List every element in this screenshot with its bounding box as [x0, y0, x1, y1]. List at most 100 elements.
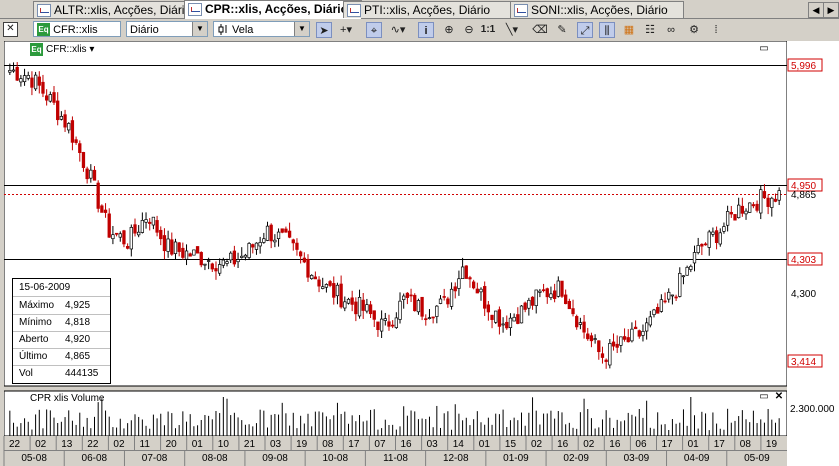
time-day-label: 01 — [192, 439, 204, 450]
candle-body — [170, 239, 174, 255]
cursor-icon[interactable]: ⌖ — [366, 22, 382, 38]
candle-body — [184, 250, 189, 260]
time-day-label: 16 — [401, 439, 413, 450]
candle-body — [192, 249, 196, 256]
candle-body — [630, 328, 634, 342]
more-icon[interactable]: ⁞ — [708, 22, 724, 38]
maximize-pane-icon[interactable]: ▭ — [759, 44, 769, 54]
candle-body — [516, 314, 520, 324]
candle-body — [214, 268, 218, 272]
candle-body — [8, 70, 12, 73]
candles-icon[interactable]: ⫼ — [599, 22, 615, 38]
candle-body — [538, 290, 542, 293]
tab-soni[interactable]: SONI::xlis, Acções, Diário — [510, 1, 684, 18]
chevron-down-icon[interactable]: ▼ — [294, 22, 309, 36]
grid-icon[interactable]: ▦ — [621, 22, 637, 38]
candle-body — [670, 294, 675, 297]
candle-body — [262, 238, 266, 243]
info-label: Máximo — [19, 300, 55, 311]
info-row: Vol 444135 — [13, 365, 110, 382]
period-select[interactable]: Diário ▼ — [126, 21, 208, 37]
candle-body — [494, 310, 498, 323]
zoom-out-icon[interactable]: ⊖ — [461, 22, 477, 38]
trendline-icon[interactable]: ╲▾ — [504, 22, 520, 38]
candle-body — [63, 114, 67, 128]
chart-type-select[interactable]: Vela ▼ — [213, 21, 310, 37]
candle-icon — [218, 24, 228, 35]
candle-body — [534, 289, 538, 306]
candle-body — [604, 359, 608, 362]
candle-body — [464, 265, 468, 279]
series-label-text: CFR::xlis — [46, 44, 87, 55]
chevron-down-icon[interactable]: ▼ — [192, 22, 207, 36]
series-label[interactable]: CFR::xlis ▾ — [46, 44, 94, 55]
info-icon[interactable]: i — [418, 22, 434, 38]
candle-body — [398, 300, 402, 320]
time-day-label: 06 — [635, 439, 647, 450]
candle-body — [125, 246, 130, 249]
candle-body — [527, 299, 531, 309]
symbol-input[interactable]: Eq CFR::xlis — [33, 21, 121, 37]
candle-body — [221, 259, 225, 266]
drag-icon[interactable]: ⤢ — [577, 22, 593, 38]
candle-body — [166, 238, 170, 252]
zoom-in-icon[interactable]: ⊕ — [441, 22, 457, 38]
table-icon[interactable]: ☷ — [642, 22, 658, 38]
candle-body — [151, 216, 156, 226]
candle-body — [644, 322, 649, 332]
candle-body — [391, 324, 395, 327]
pencil-icon[interactable]: ✎ — [554, 22, 570, 38]
chart-type-value: Vela — [232, 24, 254, 36]
candle-body — [431, 316, 435, 319]
crosshair-icon[interactable]: +▾ — [338, 22, 354, 38]
candle-body — [681, 275, 686, 278]
candle-body — [206, 260, 211, 262]
candle-body — [685, 266, 689, 276]
pointer-icon[interactable]: ➤ — [316, 22, 332, 38]
candle-body — [232, 250, 237, 265]
price-chart[interactable]: 5,9964,9504,8654,3034,3003,4142.300.0002… — [0, 41, 839, 466]
candle-body — [52, 92, 56, 103]
candle-body — [188, 253, 192, 257]
candle-body — [619, 336, 623, 346]
properties-icon[interactable]: ⚙ — [686, 22, 702, 38]
close-chart-icon[interactable]: ✕ — [3, 22, 18, 37]
time-month-label: 09-08 — [262, 453, 288, 464]
tab-pti[interactable]: PTI::xlis, Acções, Diário — [343, 1, 519, 18]
candle-body — [81, 152, 86, 168]
tab-scroll-left-button[interactable]: ◀ — [808, 2, 824, 18]
wave-icon[interactable]: ∿▾ — [390, 22, 406, 38]
close-pane-icon[interactable]: ✕ — [774, 392, 784, 402]
candle-body — [427, 317, 432, 319]
one-to-one-icon[interactable]: 1:1 — [480, 22, 496, 38]
candle-body — [416, 300, 421, 313]
tab-altr[interactable]: ALTR::xlis, Acções, Diário — [33, 1, 201, 18]
eraser-icon[interactable]: ⌫ — [532, 22, 548, 38]
time-day-label: 02 — [113, 439, 125, 450]
candle-body — [564, 294, 568, 305]
candle-body — [295, 242, 299, 250]
time-day-label: 17 — [714, 439, 726, 450]
candle-body — [762, 191, 767, 199]
candle-body — [611, 341, 616, 347]
candle-body — [556, 280, 560, 297]
candle-body — [707, 231, 711, 248]
left-edge — [0, 41, 4, 466]
candle-body — [162, 235, 167, 252]
tab-scroll-right-button[interactable]: ▶ — [823, 2, 839, 18]
maximize-pane-icon[interactable]: ▭ — [759, 392, 769, 402]
candle-body — [67, 123, 71, 131]
time-day-label: 02 — [583, 439, 595, 450]
candle-body — [335, 284, 340, 297]
time-day-label: 19 — [296, 439, 308, 450]
candle-body — [328, 281, 332, 286]
candle-body — [600, 353, 605, 358]
candle-body — [89, 169, 93, 179]
tab-cpr[interactable]: CPR::xlis, Acções, Diário — [184, 0, 362, 19]
link-icon[interactable]: ∞ — [663, 22, 679, 38]
candle-body — [483, 286, 487, 309]
time-day-label: 17 — [348, 439, 360, 450]
candle-body — [203, 263, 207, 266]
candle-body — [523, 302, 527, 310]
time-day-label: 02 — [531, 439, 543, 450]
